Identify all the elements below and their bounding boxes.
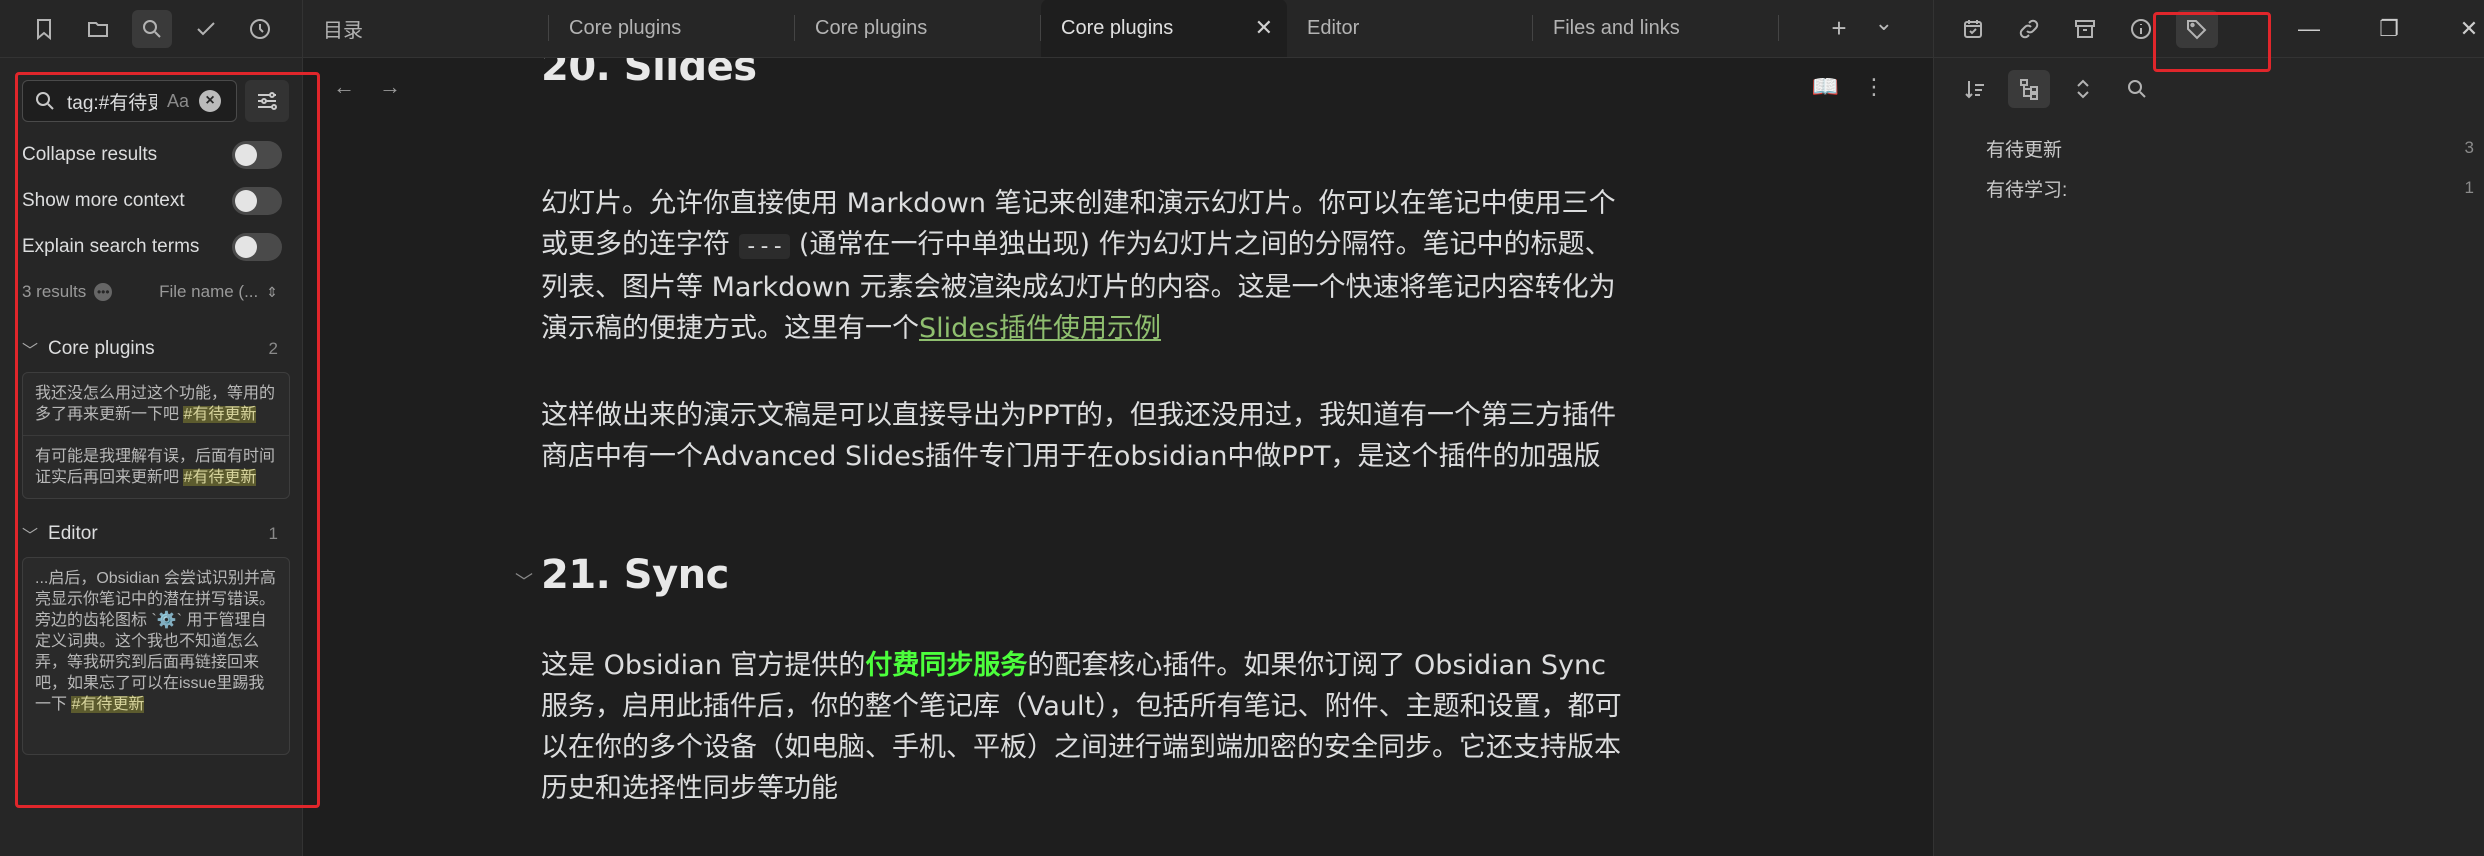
tab-label: Core plugins	[1061, 16, 1174, 39]
minimize-icon[interactable]: —	[2294, 16, 2324, 42]
tab-label: Editor	[1307, 16, 1360, 39]
archive-icon[interactable]	[2064, 10, 2106, 48]
tag-count: 1	[2464, 178, 2474, 197]
paragraph: 幻灯片。允许你直接使用 Markdown 笔记来创建和演示幻灯片。你可以在笔记中…	[541, 183, 1631, 349]
link-icon[interactable]	[2008, 10, 2050, 48]
fold-chevron-icon[interactable]: ﹀	[515, 568, 533, 594]
tab-core-plugins[interactable]: Core plugins	[549, 0, 795, 57]
tag-item[interactable]: 有待学习: 1	[1934, 168, 2474, 208]
bookmark-icon[interactable]	[24, 10, 64, 48]
tag-count: 3	[2464, 138, 2474, 157]
tab-label: Core plugins	[569, 16, 682, 39]
tab-toc[interactable]: 目录	[303, 0, 549, 57]
tab-editor[interactable]: Editor	[1287, 0, 1533, 57]
nav-buttons: ← →	[333, 74, 401, 100]
tab-core-plugins[interactable]: Core plugins	[795, 0, 1041, 57]
restore-icon[interactable]: ❐	[2374, 16, 2404, 42]
search-icon[interactable]	[132, 9, 172, 48]
search-icon[interactable]	[2116, 70, 2158, 108]
tab-bar: 目录 Core plugins Core plugins Core plugin…	[303, 0, 1933, 58]
check-icon[interactable]	[186, 10, 226, 48]
heading-slides: 20. Slides	[541, 58, 757, 90]
folder-icon[interactable]	[78, 10, 118, 48]
left-ribbon	[0, 0, 302, 58]
tab-label: Files and links	[1553, 16, 1680, 39]
more-options-icon[interactable]: ⋮	[1863, 74, 1885, 100]
tag-name: 有待学习:	[1986, 179, 2068, 201]
paragraph: 这是 Obsidian 官方提供的付费同步服务的配套核心插件。如果你订阅了 Ob…	[541, 645, 1631, 809]
tag-item[interactable]: 有待更新 3	[1934, 128, 2474, 168]
view-actions: 📖 ⋮	[1812, 74, 1885, 100]
right-sidebar: — ❐ ✕ 有待更新 3 有待学习: 1	[1933, 0, 2484, 856]
window-controls: — ❐ ✕	[2294, 0, 2484, 58]
tab-core-plugins-active[interactable]: Core plugins ✕	[1041, 0, 1287, 57]
close-icon[interactable]: ✕	[1255, 15, 1273, 41]
new-tab-icon[interactable]: +	[1831, 13, 1846, 44]
tree-view-icon[interactable]	[2008, 70, 2050, 108]
annotation-box-search-panel	[15, 72, 320, 808]
heading-sync: 21. Sync	[541, 552, 729, 598]
tab-label: 目录	[323, 19, 363, 42]
internal-link[interactable]: Slides插件使用示例	[919, 313, 1161, 344]
highlighted-text: 付费同步服务	[865, 650, 1028, 681]
forward-arrow-icon[interactable]: →	[379, 74, 401, 100]
tab-files-and-links[interactable]: Files and links	[1533, 0, 1779, 57]
paragraph: 这样做出来的演示文稿是可以直接导出为PPT的，但我还没用过，我知道有一个第三方插…	[541, 400, 1617, 472]
back-arrow-icon[interactable]: ←	[333, 74, 355, 100]
tag-name: 有待更新	[1986, 139, 2063, 161]
editor-pane: ← → 📖 ⋮ 20. Slides 幻灯片。允许你直接使用 Markdown …	[303, 58, 1933, 856]
tab-label: Core plugins	[815, 16, 928, 39]
sort-icon[interactable]	[1954, 70, 1996, 108]
inline-code: ---	[738, 234, 791, 259]
paragraph-text: 这是 Obsidian 官方提供的	[541, 650, 866, 681]
chevron-down-icon[interactable]: ⌄	[1875, 10, 1893, 36]
reading-view-icon[interactable]: 📖	[1812, 74, 1839, 100]
window-close-icon[interactable]: ✕	[2454, 16, 2484, 42]
clock-icon[interactable]	[240, 10, 280, 48]
calendar-check-icon[interactable]	[1952, 10, 1994, 48]
annotation-box-tags-icon	[2153, 12, 2271, 72]
expand-collapse-icon[interactable]	[2062, 70, 2104, 108]
